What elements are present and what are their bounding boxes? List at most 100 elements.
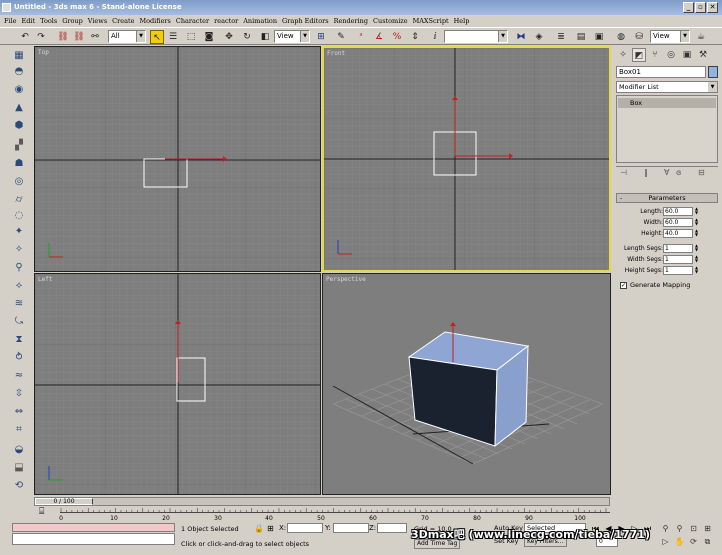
torus-create-icon[interactable]: ◎ (11, 175, 27, 189)
select-manipulate-icon[interactable]: ✎ (334, 30, 348, 44)
x-coordinate-input[interactable] (287, 523, 323, 533)
remove-modifier-icon[interactable]: ɞ (676, 168, 681, 177)
plane-create-icon[interactable]: ▞ (11, 139, 27, 153)
tube-create-icon[interactable]: ⬢ (11, 119, 27, 133)
y-coordinate-input[interactable] (333, 523, 369, 533)
menu-rendering[interactable]: Rendering (334, 17, 368, 25)
pyramid-create-icon[interactable]: ▲ (11, 101, 27, 115)
cylinder-create-icon[interactable]: ⌭ (11, 193, 27, 207)
lock-selection-icon[interactable]: 🔒 (254, 524, 264, 533)
percent-snap-icon[interactable]: % (390, 30, 404, 44)
menu-modifiers[interactable]: Modifiers (139, 17, 170, 25)
selection-filter-dropdown[interactable]: All ▼ (108, 30, 146, 43)
menu-file[interactable]: File (4, 17, 17, 25)
menu-maxscript[interactable]: MAXScript (413, 17, 449, 25)
param-length-input[interactable]: 60.0 (663, 207, 693, 216)
param-width-input[interactable]: 60.0 (663, 218, 693, 227)
object-color-swatch[interactable] (708, 66, 718, 78)
rectangular-selection-icon[interactable]: ⬚ (184, 30, 198, 44)
light-create-icon[interactable]: ✧ (11, 243, 27, 257)
param-height-input[interactable]: 40.0 (663, 229, 693, 238)
helper-create-icon[interactable]: ⟡ (11, 279, 27, 293)
named-selection-dropdown[interactable]: ▼ (444, 30, 508, 43)
teapot-create-icon[interactable]: ☗ (11, 157, 27, 171)
parameters-rollout-header[interactable]: - Parameters (616, 193, 718, 203)
minimize-button[interactable]: _ (683, 2, 694, 13)
quick-render-icon[interactable]: ☕ (694, 30, 708, 44)
menu-customize[interactable]: Customize (373, 17, 408, 25)
utilities-tab-icon[interactable]: ⚒ (696, 48, 710, 62)
object-name-field[interactable]: Box01 (616, 66, 706, 78)
menu-character[interactable]: Character (176, 17, 209, 25)
snap-toggle-icon[interactable]: ᶟ (354, 30, 368, 44)
param-width-segs-input[interactable]: 1 (663, 255, 693, 264)
modifier-list-dropdown[interactable]: Modifier List ▼ (616, 81, 718, 93)
width-spinner-icon[interactable]: ▲ ▼ (694, 218, 699, 227)
display-tab-icon[interactable]: ▣ (680, 48, 694, 62)
zoom-extents-all-icon[interactable]: ⊞ (702, 524, 713, 534)
field-of-view-icon[interactable]: ▷ (660, 537, 671, 547)
absolute-mode-icon[interactable]: ⊞ (267, 524, 274, 533)
material-editor-icon[interactable]: ◍ (614, 30, 628, 44)
arc-rotate-icon[interactable]: ⟳ (688, 537, 699, 547)
window-crossing-icon[interactable]: ◙ (202, 30, 216, 44)
height-segs-spinner-icon[interactable]: ▲ ▼ (694, 266, 699, 275)
viewport-perspective[interactable]: Perspective (322, 273, 611, 495)
geosphere-create-icon[interactable]: ◌ (11, 209, 27, 223)
extrude-modifier-icon[interactable]: ⬓ (11, 461, 27, 475)
zoom-all-icon[interactable]: ⚲ (674, 524, 685, 534)
taper-modifier-icon[interactable]: ⧗ (11, 333, 27, 347)
viewport-front[interactable]: Front (322, 46, 611, 272)
named-selection-sets-icon[interactable]: ⅈ (428, 30, 442, 44)
layer-manager-icon[interactable]: ≣ (554, 30, 568, 44)
hierarchy-tab-icon[interactable]: ⑂ (648, 48, 662, 62)
pivot-center-icon[interactable]: ⊞ (314, 30, 328, 44)
schematic-view-icon[interactable]: ▣ (592, 30, 606, 44)
close-button[interactable]: ✕ (707, 2, 718, 13)
render-scene-icon[interactable]: ⛁ (632, 30, 646, 44)
select-and-scale-icon[interactable]: ◧ (258, 30, 272, 44)
maxscript-listener-input[interactable] (12, 533, 175, 545)
param-length-segs-input[interactable]: 1 (663, 244, 693, 253)
width-segs-spinner-icon[interactable]: ▲ ▼ (694, 255, 699, 264)
select-object-icon[interactable]: ↖ (150, 30, 164, 44)
viewport-label-front[interactable]: Front (327, 50, 345, 57)
mesh-select-icon[interactable]: ⌗ (11, 423, 27, 437)
restore-button[interactable]: ▫ (695, 2, 706, 13)
menu-help[interactable]: Help (454, 17, 470, 25)
select-by-name-icon[interactable]: ☰ (166, 30, 180, 44)
menu-group[interactable]: Group (62, 17, 83, 25)
unlink-icon[interactable]: ⛓ (72, 30, 86, 44)
bend-modifier-icon[interactable]: ⤿ (11, 315, 27, 329)
render-type-dropdown[interactable]: View ▼ (650, 30, 690, 43)
mirror-icon[interactable]: ⧓ (514, 30, 528, 44)
pin-stack-icon[interactable]: ⊣ (620, 168, 627, 177)
undo-icon[interactable]: ↶ (18, 30, 32, 44)
squeeze-modifier-icon[interactable]: ⇔ (11, 405, 27, 419)
menu-animation[interactable]: Animation (243, 17, 277, 25)
maxscript-listener-output[interactable] (12, 523, 175, 532)
make-unique-icon[interactable]: ∀ (664, 168, 669, 177)
spacewarp-create-icon[interactable]: ≋ (11, 297, 27, 311)
spinner-snap-icon[interactable]: ⇕ (408, 30, 422, 44)
camera-create-icon[interactable]: ⚲ (11, 261, 27, 275)
time-slider[interactable]: 0 / 100 (34, 497, 610, 506)
configure-modifier-sets-icon[interactable]: ⊟ (698, 168, 705, 177)
noise-modifier-icon[interactable]: ≈ (11, 369, 27, 383)
select-and-link-icon[interactable]: ⛓ (56, 30, 70, 44)
viewport-label-top[interactable]: Top (38, 49, 49, 56)
zoom-icon[interactable]: ⚲ (660, 524, 671, 534)
length-spinner-icon[interactable]: ▲ ▼ (694, 207, 699, 216)
hedra-create-icon[interactable]: ✦ (11, 225, 27, 239)
param-height-segs-input[interactable]: 1 (663, 266, 693, 275)
smooth-modifier-icon[interactable]: ◒ (11, 443, 27, 457)
bind-space-warp-icon[interactable]: ⚯ (88, 30, 102, 44)
viewport-label-left[interactable]: Left (38, 276, 52, 283)
lathe-modifier-icon[interactable]: ⟲ (11, 479, 27, 493)
select-and-move-icon[interactable]: ✥ (222, 30, 236, 44)
viewport-label-perspective[interactable]: Perspective (326, 276, 366, 283)
viewport-left[interactable]: Left (34, 273, 321, 495)
twist-modifier-icon[interactable]: ⥁ (11, 351, 27, 365)
reference-coord-dropdown[interactable]: View ▼ (274, 30, 310, 43)
angle-snap-icon[interactable]: ∡ (372, 30, 386, 44)
